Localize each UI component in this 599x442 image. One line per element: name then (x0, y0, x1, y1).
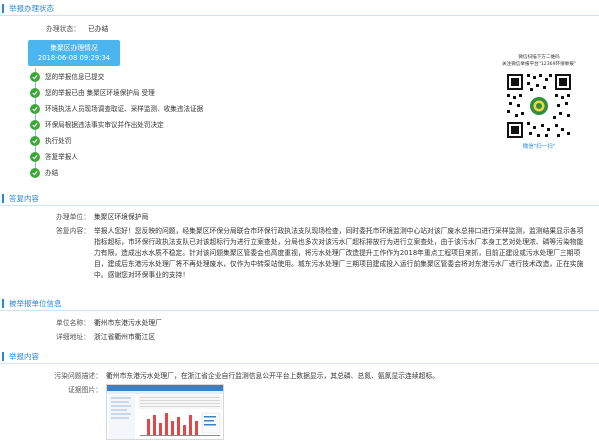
status-label: 办理状态： (46, 25, 80, 33)
unit-section-header: 被举报单位信息 (0, 297, 599, 311)
section-marker (2, 194, 4, 203)
reply-unit-label: 办理单位： (56, 213, 90, 221)
check-icon (30, 168, 40, 178)
check-icon (30, 152, 40, 162)
timeline-step-label: 环保局根据违法事实审议并作出处罚决定 (45, 121, 164, 129)
check-icon (30, 72, 40, 82)
progress-card: 集聚区办理情况 2018-06-08 09:29:34 (28, 40, 120, 66)
report-section-title: 举报内容 (9, 352, 39, 361)
unit-name-value: 衢州市东港污水处理厂 (94, 319, 162, 327)
report-desc-value: 衢州市东港污水处理厂，在浙江省企业自行监测信息公开平台上数据显示，其总磷、总氮、… (106, 372, 440, 380)
check-icon (30, 136, 40, 146)
progress-card-title: 集聚区办理情况 (50, 44, 98, 52)
status-value: 已办结 (88, 25, 109, 33)
status-section-title: 举报办理状态 (9, 4, 54, 13)
evidence-image[interactable] (106, 384, 224, 440)
unit-address-label: 详细地址： (56, 333, 90, 341)
timeline-step-label: 您的举报已由 集聚区环境保护局 受理 (45, 89, 155, 97)
qr-caption-line1: 微信扫描下方二维码 (518, 55, 560, 60)
check-icon (30, 104, 40, 114)
qr-panel: 微信扫描下方二维码 关注微信举报平台"12369环保举报" 微信"扫一扫" (483, 55, 595, 151)
reply-section-title: 答复内容 (9, 194, 39, 203)
check-icon (30, 88, 40, 98)
report-desc-label: 污染问题描述： (54, 372, 102, 380)
reply-content-label: 答复内容： (56, 227, 90, 235)
report-evidence-label: 证据图片： (68, 386, 102, 394)
reply-content-text: 举报人您好！您反映的问题，经集聚区环保分局联合市环保行政执法支队现场检查，同时委… (94, 227, 584, 279)
section-marker (2, 4, 4, 13)
timeline-step-label: 环境执法人员现场调查取证、采样监测、收集违法证据 (45, 105, 204, 113)
qr-code-icon (505, 71, 573, 140)
qr-footer: 微信"扫一扫" (522, 143, 556, 150)
report-section-header: 举报内容 (0, 350, 599, 364)
check-icon (30, 120, 40, 130)
section-marker (2, 352, 4, 361)
unit-name-label: 单位名称： (56, 319, 90, 327)
unit-address-value: 浙江省衢州市衢江区 (94, 333, 156, 341)
timeline-step-label: 执行处罚 (45, 137, 72, 145)
timeline-step-label: 答复举报人 (45, 153, 78, 161)
unit-section-title: 被举报单位信息 (9, 299, 62, 308)
timeline-step-label: 办结 (45, 169, 59, 177)
reply-unit-value: 集聚区环境保护局 (94, 213, 149, 221)
qr-caption-line2: 关注微信举报平台"12369环保举报" (502, 61, 576, 67)
section-marker (2, 299, 4, 308)
reply-section-header: 答复内容 (0, 192, 599, 206)
progress-card-datetime: 2018-06-08 09:29:34 (37, 54, 111, 63)
timeline-step-label: 您的举报信息已提交 (45, 73, 105, 81)
status-section-header: 举报办理状态 (0, 2, 599, 16)
